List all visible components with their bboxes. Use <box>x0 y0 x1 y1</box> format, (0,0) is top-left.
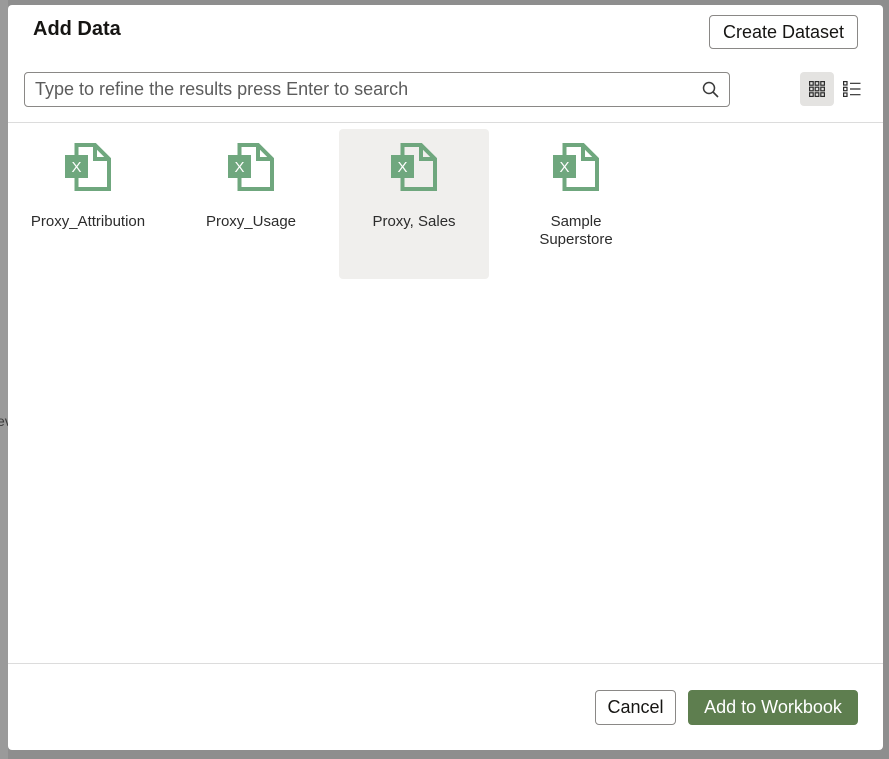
search-icon[interactable] <box>702 81 719 98</box>
svg-text:X: X <box>71 159 81 176</box>
cancel-button[interactable]: Cancel <box>595 690 676 725</box>
list-view-button[interactable] <box>835 72 869 106</box>
excel-file-icon: X <box>391 143 437 191</box>
tile-label: Proxy_Usage <box>205 213 297 230</box>
tile-label: Sample Superstore <box>539 213 613 248</box>
dataset-tile-proxy-usage[interactable]: X Proxy_Usage <box>176 129 326 279</box>
create-dataset-button[interactable]: Create Dataset <box>709 15 858 49</box>
dataset-tile-sample-superstore[interactable]: X Sample Superstore <box>501 129 651 279</box>
dataset-tile-proxy-attribution[interactable]: X Proxy_Attribution <box>13 129 163 279</box>
dialog-title: Add Data <box>33 18 121 40</box>
list-icon <box>843 81 861 97</box>
svg-text:X: X <box>397 159 407 176</box>
excel-file-icon: X <box>553 143 599 191</box>
header-divider <box>8 122 883 123</box>
dataset-tile-proxy-sales[interactable]: X Proxy, Sales <box>339 129 489 279</box>
tile-label: Proxy_Attribution <box>30 213 146 230</box>
svg-text:X: X <box>234 159 244 176</box>
excel-file-icon: X <box>65 143 111 191</box>
search-input[interactable] <box>35 73 695 106</box>
grid-view-button[interactable] <box>800 72 834 106</box>
tile-label: Proxy, Sales <box>372 213 456 230</box>
add-to-workbook-button[interactable]: Add to Workbook <box>688 690 858 725</box>
backdrop <box>0 0 8 759</box>
excel-file-icon: X <box>228 143 274 191</box>
search-box <box>24 72 730 107</box>
grid-icon <box>809 81 825 97</box>
footer-divider <box>8 663 883 664</box>
svg-text:X: X <box>559 159 569 176</box>
add-data-dialog: Add Data Create Dataset Type to refine t… <box>8 5 883 750</box>
